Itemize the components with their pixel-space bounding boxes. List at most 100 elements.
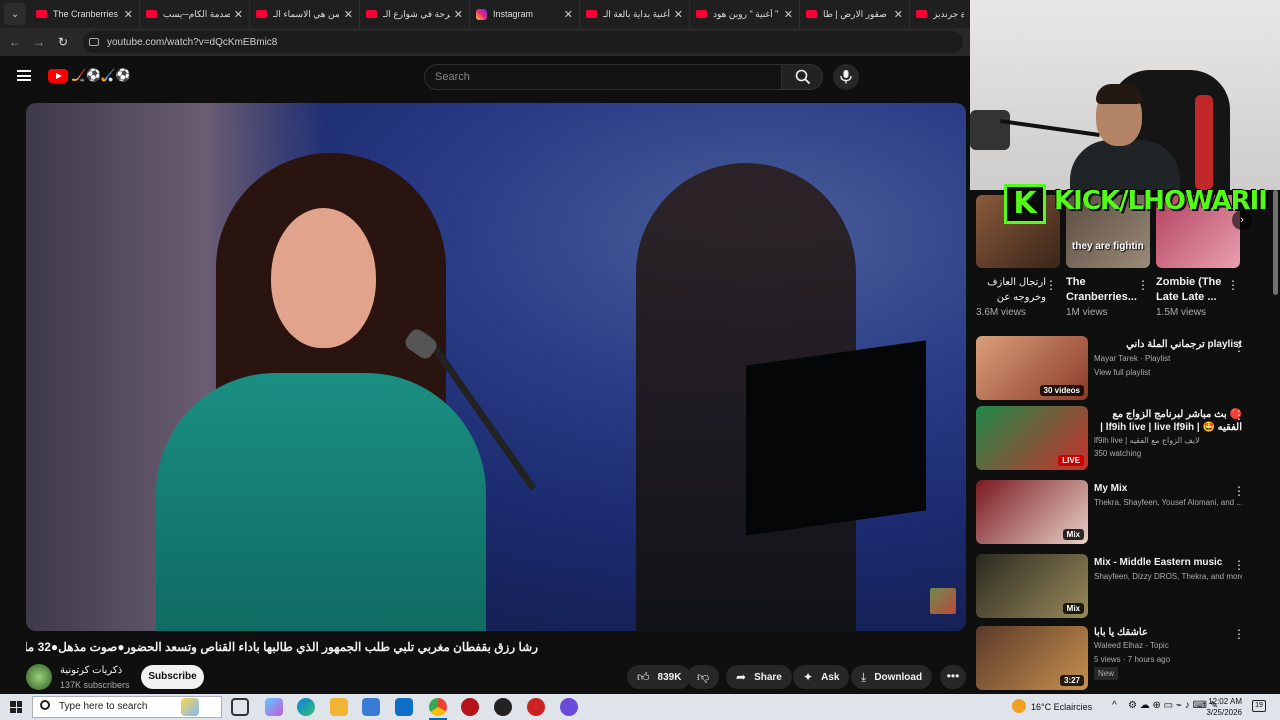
- download-label: Download: [874, 671, 923, 683]
- address-bar[interactable]: youtube.com/watch?v=dQcKmEBmic8: [83, 31, 963, 53]
- browser-tab[interactable]: أغنية " روبن هود " ✕: [690, 0, 800, 28]
- weather-text[interactable]: 16°C Eclaircies: [1031, 702, 1092, 712]
- channel-name[interactable]: ذكريات كرتونية: [60, 665, 122, 676]
- share-button[interactable]: ➦ Share: [726, 665, 792, 689]
- ask-button[interactable]: ✦ Ask: [793, 665, 850, 689]
- search-icon: [40, 700, 50, 710]
- youtube-logo[interactable]: [48, 69, 68, 83]
- store-icon[interactable]: [362, 698, 380, 716]
- channel-avatar[interactable]: [26, 664, 52, 690]
- close-icon[interactable]: ✕: [344, 8, 353, 21]
- task-view-icon[interactable]: [231, 698, 249, 716]
- recommendation-thumbnail[interactable]: Mix: [976, 480, 1088, 544]
- recommendation-artists: Thekra, Shayfeen, Yousef Alomani, and ..…: [1094, 498, 1242, 507]
- tab-label: Instagram: [493, 9, 534, 19]
- more-vertical-icon[interactable]: ⋮: [1233, 340, 1245, 354]
- kick-channel-text: KICK/LHOWARII: [1054, 186, 1268, 216]
- channel-watermark[interactable]: [930, 588, 956, 614]
- site-info-icon[interactable]: [89, 38, 99, 46]
- recommendation-channel: lf9ih live | لايف الزواج مع الفقيه: [1094, 436, 1200, 445]
- browser-tab[interactable]: من هي الاسماء الـ ✕: [250, 0, 360, 28]
- browser-tab[interactable]: صدمة الكام─يسب ✕: [140, 0, 250, 28]
- search-highlight-icon[interactable]: [181, 698, 199, 716]
- more-vertical-icon[interactable]: ⋮: [1233, 627, 1245, 641]
- more-vertical-icon[interactable]: ⋮: [1045, 278, 1057, 292]
- recommendation-title[interactable]: playlist ترجماني الملة داني: [1094, 339, 1242, 350]
- app-icon[interactable]: [461, 698, 479, 716]
- reload-icon[interactable]: ↻: [51, 35, 75, 49]
- browser-tab[interactable]: Instagram ✕: [470, 0, 580, 28]
- address-text: youtube.com/watch?v=dQcKmEBmic8: [107, 36, 278, 48]
- instagram-icon: [476, 8, 487, 20]
- chevron-up-icon[interactable]: ^: [1112, 700, 1117, 711]
- short-title[interactable]: ارتجال العازف وخروجه عن: [976, 275, 1046, 305]
- recommendation-title[interactable]: 🔴 بث مباشر لبرنامج الزواج مع الفقيه 🤩 | …: [1094, 408, 1242, 434]
- browser-tab[interactable]: أغنية بداية بالعة الـ ✕: [580, 0, 690, 28]
- like-count: 839K: [657, 671, 682, 683]
- close-icon[interactable]: ✕: [674, 8, 683, 21]
- search-input[interactable]: Search: [424, 64, 782, 90]
- tab-label: صدمة الكام─يسب: [163, 8, 230, 19]
- view-full-playlist-link[interactable]: View full playlist: [1094, 368, 1242, 377]
- close-icon[interactable]: ✕: [124, 8, 133, 21]
- browser-tab[interactable]: صقور الارض | طا ✕: [800, 0, 910, 28]
- menu-icon[interactable]: [17, 70, 31, 81]
- close-icon[interactable]: ✕: [894, 8, 903, 21]
- outlook-icon[interactable]: [395, 698, 413, 716]
- recommendation-thumbnail[interactable]: Mix: [976, 554, 1088, 618]
- back-icon[interactable]: ←: [3, 35, 27, 49]
- app-icon[interactable]: [560, 698, 578, 716]
- recommendation-title[interactable]: Mix - Middle Eastern music: [1094, 557, 1242, 568]
- windows-start-icon[interactable]: [10, 701, 22, 713]
- more-actions-button[interactable]: •••: [940, 665, 966, 689]
- short-title[interactable]: Zombie (The Late Late ...: [1156, 275, 1226, 305]
- recommendation-thumbnail[interactable]: 3:27: [976, 626, 1088, 690]
- recommendation-title[interactable]: عاشقك يا بابا: [1094, 627, 1154, 638]
- video-player[interactable]: [26, 103, 966, 631]
- copilot-icon[interactable]: [265, 698, 283, 716]
- short-title[interactable]: The Cranberries...: [1066, 275, 1137, 305]
- like-button[interactable]: 👍︎ 839K: [627, 665, 692, 689]
- watching-count: 350 watching: [1094, 449, 1142, 458]
- close-icon[interactable]: ✕: [234, 8, 243, 21]
- streamer-hair: [1096, 84, 1142, 104]
- file-explorer-icon[interactable]: [330, 698, 348, 716]
- edge-icon[interactable]: [297, 698, 315, 716]
- browser-tab[interactable]: The Cranberries - ✕: [30, 0, 140, 28]
- close-icon[interactable]: ✕: [784, 8, 793, 21]
- app-icon[interactable]: [494, 698, 512, 716]
- search-button[interactable]: [781, 64, 823, 90]
- youtube-icon: [696, 10, 707, 18]
- close-icon[interactable]: ✕: [564, 8, 573, 21]
- close-icon[interactable]: ✕: [454, 8, 463, 21]
- ask-label: Ask: [821, 671, 840, 683]
- short-views: 3.6M views: [976, 307, 1027, 318]
- youtube-doodle[interactable]: 🏒⚽🏑⚽: [71, 68, 131, 82]
- duration-badge: 3:27: [1059, 675, 1084, 686]
- more-vertical-icon[interactable]: ⋮: [1233, 408, 1245, 422]
- more-vertical-icon[interactable]: ⋮: [1233, 484, 1245, 498]
- notification-icon[interactable]: 19: [1252, 700, 1266, 712]
- browser-tab[interactable]: ة جرنديز: [910, 0, 970, 28]
- chrome-icon[interactable]: [429, 698, 447, 716]
- scrollbar[interactable]: [1273, 190, 1278, 295]
- subscribe-button[interactable]: Subscribe: [141, 665, 204, 689]
- more-vertical-icon[interactable]: ⋮: [1137, 278, 1149, 292]
- youtube-icon: [916, 10, 927, 18]
- browser-tab[interactable]: فرحة في شوارع الـ ✕: [360, 0, 470, 28]
- dislike-button[interactable]: 👎︎: [687, 665, 719, 689]
- more-vertical-icon[interactable]: ⋮: [1233, 558, 1245, 572]
- app-icon[interactable]: [527, 698, 545, 716]
- tab-search-button[interactable]: ⌄: [4, 3, 26, 25]
- more-vertical-icon[interactable]: ⋮: [1227, 278, 1239, 292]
- download-button[interactable]: ⤓ Download: [851, 665, 933, 689]
- taskbar-clock[interactable]: 12:02 AM 3/25/2026: [1200, 696, 1242, 718]
- weather-icon[interactable]: [1012, 699, 1026, 713]
- voice-search-button[interactable]: [833, 64, 859, 90]
- forward-icon[interactable]: →: [27, 35, 51, 49]
- recommendation-thumbnail[interactable]: 30 videos: [976, 336, 1088, 400]
- recommendation-title[interactable]: My Mix: [1094, 483, 1242, 494]
- streamer-body: [1070, 140, 1180, 190]
- recommendation-thumbnail[interactable]: LIVE: [976, 406, 1088, 470]
- recommendation-artists: Shayfeen, Dizzy DROS, Thekra, and more: [1094, 572, 1242, 581]
